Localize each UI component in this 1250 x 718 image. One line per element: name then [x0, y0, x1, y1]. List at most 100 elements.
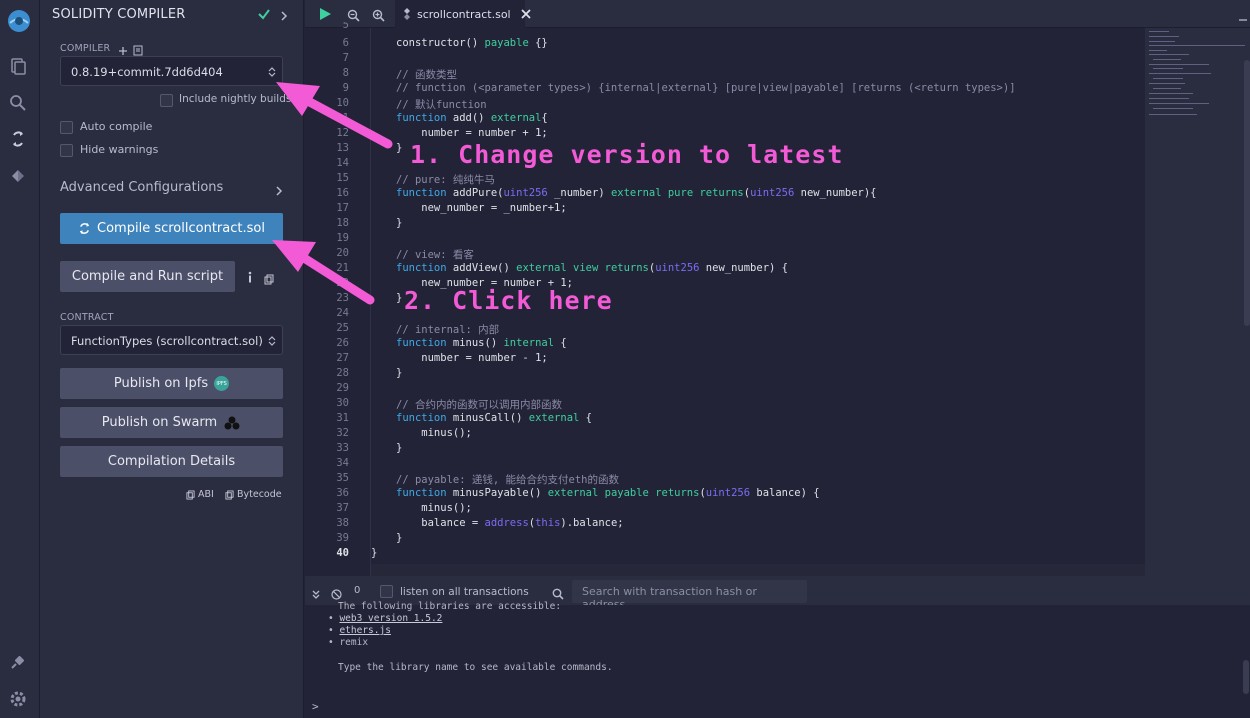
line-number: 34 — [336, 457, 349, 469]
minimap[interactable] — [1145, 28, 1250, 576]
close-icon[interactable] — [520, 9, 531, 19]
terminal-line: Type the library name to see available c… — [338, 662, 613, 673]
compiler-version-select[interactable]: 0.8.19+commit.7dd6d404 — [60, 56, 283, 86]
code-line-11: function add() external{ — [396, 112, 548, 124]
settings-gear-icon[interactable] — [8, 689, 28, 709]
transaction-search-input[interactable]: Search with transaction hash or address — [572, 580, 807, 611]
swarm-icon — [223, 415, 241, 431]
copy-abi-button[interactable]: ABI — [186, 489, 214, 500]
minimap-line — [1153, 88, 1181, 89]
publish-ipfs-button[interactable]: Publish on Ipfs IPFS — [60, 368, 283, 399]
minimap-line — [1149, 83, 1185, 84]
code-line-10: // 默认function — [396, 99, 487, 111]
pending-tx-count: 0 — [354, 585, 361, 596]
listen-transactions-checkbox[interactable] — [380, 585, 393, 598]
search-icon[interactable] — [8, 93, 28, 113]
publish-swarm-label: Publish on Swarm — [101, 415, 218, 430]
web3-link[interactable]: web3 version 1.5.2 — [339, 613, 442, 624]
remix-logo-icon[interactable] — [4, 6, 34, 36]
line-number: 7 — [342, 52, 349, 64]
compiler-label: COMPILER — [60, 43, 111, 54]
solidity-compiler-panel: SOLIDITY COMPILER COMPILER 0.8.19+commit… — [40, 0, 304, 718]
line-number: 39 — [336, 532, 349, 544]
annotation-step-2: 2. Click here — [404, 286, 613, 315]
horizontal-scrollbar[interactable] — [371, 564, 1145, 576]
code-line-15: // pure: 纯纯牛马 — [396, 174, 495, 186]
add-compiler-icon[interactable] — [118, 41, 128, 55]
compile-and-run-button[interactable]: Compile and Run script — [60, 261, 235, 292]
code-line-21: function addView() external view returns… — [396, 262, 788, 274]
code-line-6: constructor() payable {} — [396, 37, 548, 49]
contract-select[interactable]: FunctionTypes (scrollcontract.sol) — [60, 325, 283, 355]
terminal-line: The following libraries are accessible: — [338, 601, 562, 612]
minimap-line — [1149, 50, 1167, 51]
contract-select-value: FunctionTypes (scrollcontract.sol) — [71, 334, 263, 348]
minimap-line — [1149, 31, 1169, 32]
code-line-31: function minusCall() external { — [396, 412, 592, 424]
zoom-in-icon[interactable] — [372, 7, 385, 22]
minimap-line — [1153, 78, 1183, 79]
terminal-prompt[interactable]: > — [312, 700, 319, 713]
chevron-right-icon[interactable] — [275, 182, 283, 196]
auto-compile-checkbox[interactable] — [60, 121, 73, 134]
annotation-arrow-2 — [272, 240, 375, 305]
line-number: 35 — [336, 472, 349, 484]
file-icon[interactable] — [133, 41, 143, 56]
include-nightly-checkbox[interactable] — [160, 94, 173, 107]
line-number: 24 — [336, 307, 349, 319]
line-number: 25 — [336, 322, 349, 334]
code-line-27: number = number - 1; — [396, 352, 548, 364]
compile-button[interactable]: Compile scrollcontract.sol — [60, 213, 283, 244]
code-line-33: } — [396, 442, 403, 454]
annotation-arrow-1 — [276, 82, 393, 149]
run-play-icon[interactable] — [318, 6, 332, 20]
compilation-details-button[interactable]: Compilation Details — [60, 446, 283, 477]
zoom-out-icon[interactable] — [347, 7, 360, 22]
plugin-manager-icon[interactable] — [8, 652, 28, 672]
minimap-line — [1149, 45, 1245, 46]
editor-tabbar: scrollcontract.sol — [305, 0, 1250, 28]
code-line-36: function minusPayable() external payable… — [396, 487, 820, 499]
code-line-17: new_number = _number+1; — [396, 202, 567, 214]
panel-title: SOLIDITY COMPILER — [52, 7, 186, 22]
publish-swarm-button[interactable]: Publish on Swarm — [60, 407, 283, 438]
auto-compile-label: Auto compile — [80, 120, 153, 133]
hide-warnings-label: Hide warnings — [80, 143, 159, 156]
publish-ipfs-label: Publish on Ipfs — [113, 376, 209, 391]
line-number: 27 — [336, 352, 349, 364]
minimap-line — [1149, 54, 1189, 55]
collapse-icon[interactable] — [1238, 8, 1248, 21]
ethers-link[interactable]: ethers.js — [339, 625, 390, 636]
hide-warnings-checkbox[interactable] — [60, 144, 73, 157]
line-number: 26 — [336, 337, 349, 349]
line-number: 5 — [342, 22, 349, 30]
info-icon[interactable] — [246, 269, 254, 283]
code-line-16: function addPure(uint256 _number) extern… — [396, 187, 877, 199]
advanced-configurations-toggle[interactable]: Advanced Configurations — [60, 180, 223, 195]
code-line-40: } — [371, 547, 378, 559]
copy-bytecode-button[interactable]: Bytecode — [225, 489, 282, 500]
tab-scrollcontract[interactable]: scrollcontract.sol — [395, 0, 531, 28]
line-number: 28 — [336, 367, 349, 379]
line-number: 31 — [336, 412, 349, 424]
double-chevron-down-icon[interactable] — [311, 585, 321, 599]
clear-console-icon[interactable] — [331, 585, 342, 600]
solidity-compiler-icon[interactable] — [8, 129, 28, 149]
code-line-18: } — [396, 217, 403, 229]
check-icon — [257, 6, 271, 20]
refresh-icon — [78, 222, 91, 235]
line-number: 38 — [336, 517, 349, 529]
terminal-scrollbar[interactable] — [1243, 660, 1249, 694]
code-line-30: // 合约内的函数可以调用内部函数 — [396, 399, 562, 411]
remix-item: remix — [339, 637, 369, 648]
minimap-line — [1149, 36, 1179, 37]
code-line-12: number = number + 1; — [396, 127, 548, 139]
deploy-run-icon[interactable] — [8, 166, 28, 186]
minimap-line — [1153, 108, 1193, 109]
chevron-right-icon[interactable] — [279, 7, 289, 21]
vertical-scrollbar[interactable] — [1244, 60, 1250, 326]
code-line-23: } — [396, 292, 403, 304]
code-line-13: } — [396, 142, 403, 154]
file-explorer-icon[interactable] — [8, 56, 28, 76]
code-line-28: } — [396, 367, 403, 379]
